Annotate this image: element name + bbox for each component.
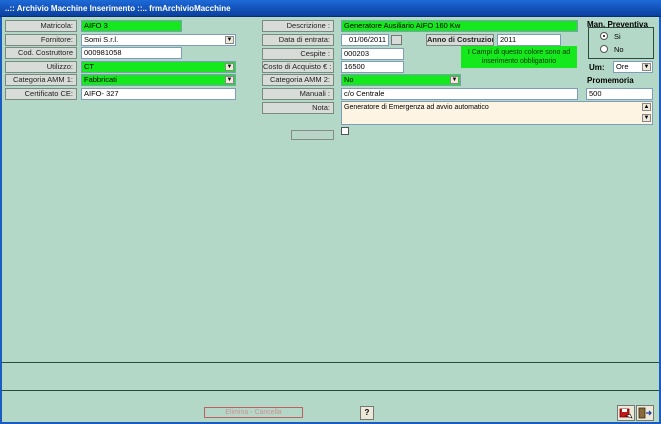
cespite-label: Cespite : xyxy=(262,48,334,60)
utilizzo-value: CT xyxy=(84,62,94,71)
checkbox[interactable] xyxy=(341,127,349,135)
chevron-down-icon[interactable]: ▼ xyxy=(225,76,234,84)
fornitore-label: Fornitore: xyxy=(5,34,77,46)
calendar-icon[interactable] xyxy=(391,35,402,45)
manuali-label: Manuali : xyxy=(262,88,334,100)
matricola-field[interactable]: AIFO 3 xyxy=(81,20,182,32)
nota-value: Generatore di Emergenza ad avvio automat… xyxy=(344,104,489,111)
manuali-field[interactable]: c/o Centrale xyxy=(341,88,578,100)
categoria2-select[interactable]: No ▼ xyxy=(341,74,461,86)
categoria1-select[interactable]: Fabbricati ▼ xyxy=(81,74,236,86)
um-value: Ore xyxy=(616,62,629,71)
nota-label: Nota: xyxy=(262,102,334,114)
categoria1-value: Fabbricati xyxy=(84,75,117,84)
promemoria-field[interactable]: 500 xyxy=(586,88,653,100)
data-entrata-label: Data di entrata: xyxy=(262,34,334,46)
descrizione-label: Descrizione : xyxy=(262,20,334,32)
um-select[interactable]: Ore ▼ xyxy=(613,61,653,73)
costo-label: Costo di Acquisto € : xyxy=(262,61,334,73)
man-preventiva-group xyxy=(588,27,654,59)
anno-costruzione-field[interactable]: 2011 xyxy=(497,34,561,46)
descrizione-field[interactable]: Generatore Ausiliario AIFO 160 Kw xyxy=(341,20,578,32)
cod-costruttore-label: Cod. Costruttore xyxy=(5,47,77,59)
divider-line xyxy=(2,390,659,391)
radio-si[interactable] xyxy=(600,32,608,40)
anno-costruzione-label: Anno di Costruzione: xyxy=(426,34,494,46)
certificato-field[interactable]: AIFO- 327 xyxy=(81,88,236,100)
exit-button[interactable] xyxy=(636,405,654,421)
radio-si-label: Si xyxy=(614,32,621,41)
data-entrata-field[interactable]: 01/06/2011 xyxy=(341,34,389,46)
chevron-down-icon[interactable]: ▼ xyxy=(225,63,234,71)
promemoria-label: Promemoria xyxy=(587,76,634,85)
help-icon: ? xyxy=(364,408,370,417)
certificato-label: Certificato CE: xyxy=(5,88,77,100)
chevron-down-icon[interactable]: ▼ xyxy=(642,63,651,71)
scroll-down-icon[interactable]: ▼ xyxy=(642,114,651,122)
um-label: Um: xyxy=(589,63,605,72)
fornitore-value: Somi S.r.l. xyxy=(84,35,119,44)
utilizzo-label: Utilizzo: xyxy=(5,61,77,73)
divider-line xyxy=(2,362,659,363)
save-icon xyxy=(619,408,633,419)
fornitore-select[interactable]: Somi S.r.l. ▼ xyxy=(81,34,236,46)
window-title: ..:: Archivio Macchine Inserimento ::.. … xyxy=(0,0,661,17)
chevron-down-icon[interactable]: ▼ xyxy=(225,36,234,44)
radio-no-label: No xyxy=(614,45,624,54)
categoria1-label: Categoria AMM 1: xyxy=(5,74,77,86)
scroll-up-icon[interactable]: ▲ xyxy=(642,103,651,111)
disabled-button: Gestisci xyxy=(291,130,334,140)
nota-textarea[interactable]: Generatore di Emergenza ad avvio automat… xyxy=(341,101,653,125)
delete-button: Elimina - Cancella xyxy=(204,407,303,418)
cod-costruttore-field[interactable]: 000981058 xyxy=(81,47,182,59)
matricola-label: Matricola: xyxy=(5,20,77,32)
save-button[interactable] xyxy=(617,405,635,421)
utilizzo-select[interactable]: CT ▼ xyxy=(81,61,236,73)
help-button[interactable]: ? xyxy=(360,406,374,420)
cespite-field[interactable]: 000203 xyxy=(341,48,404,60)
costo-field[interactable]: 16500 xyxy=(341,61,404,73)
categoria2-value: No xyxy=(344,75,354,84)
categoria2-label: Categoria AMM 2: xyxy=(262,74,334,86)
mandatory-notice: I Campi di questo colore sono ad inserim… xyxy=(461,46,577,68)
exit-door-icon xyxy=(638,407,652,419)
radio-no[interactable] xyxy=(600,45,608,53)
chevron-down-icon[interactable]: ▼ xyxy=(450,76,459,84)
